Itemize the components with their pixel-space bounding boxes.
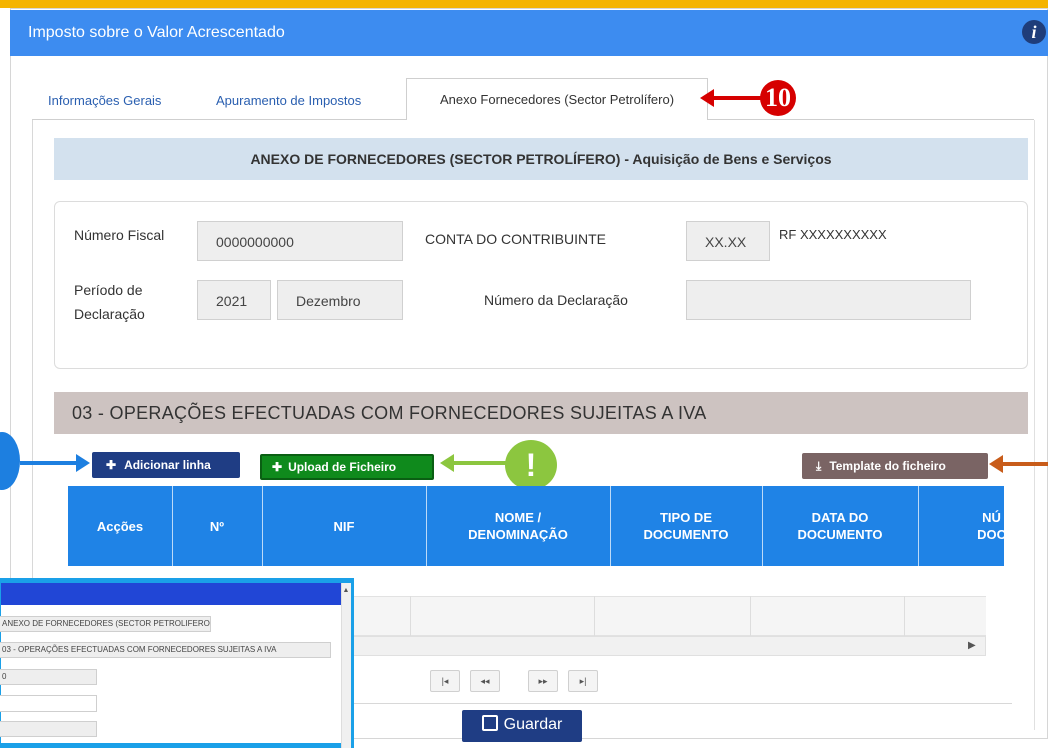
tab-divider: [708, 119, 1034, 120]
tab-informacoes-gerais[interactable]: Informações Gerais: [48, 93, 161, 108]
column-header-nome[interactable]: NOME / DENOMINAÇÃO: [426, 486, 610, 566]
page-title: Imposto sobre o Valor Acrescentado: [28, 24, 285, 41]
cell-divider: [410, 596, 411, 636]
add-row-button[interactable]: ✚ Adicionar linha: [92, 452, 240, 478]
save-button[interactable]: Guardar: [462, 710, 582, 742]
column-header-data-documento[interactable]: DATA DO DOCUMENTO: [762, 486, 918, 566]
download-icon: ⤓: [816, 459, 822, 473]
plus-icon: ✚: [272, 460, 283, 474]
template-label: Template do ficheiro: [829, 459, 946, 473]
column-header-nif[interactable]: NIF: [262, 486, 426, 566]
rf-value: RF XXXXXXXXXX: [779, 227, 887, 242]
column-header-numero[interactable]: Nº: [172, 486, 262, 566]
template-download-button[interactable]: ⤓ Template do ficheiro: [802, 453, 988, 479]
inset-section-box: 03 - OPERAÇÕES EFECTUADAS COM FORNECEDOR…: [0, 642, 331, 658]
alert-marker: !: [505, 440, 557, 490]
arrow-head-icon: [76, 454, 90, 472]
marker-arrow: [20, 461, 80, 465]
month-field[interactable]: Dezembro: [277, 280, 403, 320]
cell-divider: [904, 596, 905, 636]
marker-arrow: [712, 96, 762, 100]
first-page-button[interactable]: |◂: [430, 670, 460, 692]
column-header-accoes[interactable]: Acções: [68, 486, 172, 566]
marker-arrow: [452, 461, 510, 465]
year-field[interactable]: 2021: [197, 280, 271, 320]
save-label: Guardar: [503, 716, 563, 733]
next-page-button[interactable]: ▸▸: [528, 670, 558, 692]
cell-divider: [750, 596, 751, 636]
arrow-head-icon: [989, 455, 1003, 473]
inset-preview: ▲ ANEXO DE FORNECEDORES (SECTOR PETROLIF…: [0, 578, 354, 748]
account-field[interactable]: XX.XX: [686, 221, 770, 261]
floppy-disk-icon: [481, 715, 498, 731]
period-label-2: Declaração: [74, 306, 145, 322]
step-marker-10: 10: [760, 80, 796, 116]
last-page-button[interactable]: ▸|: [568, 670, 598, 692]
period-label: Período de: [74, 282, 143, 298]
tab-divider: [32, 119, 406, 120]
annex-title-bar: ANEXO DE FORNECEDORES (SECTOR PETROLÍFER…: [54, 138, 1028, 180]
section-title-bar: 03 - OPERAÇÕES EFECTUADAS COM FORNECEDOR…: [54, 392, 1028, 434]
column-header-numero-documento[interactable]: NÚ DOC: [918, 486, 1004, 566]
column-header-tipo-documento[interactable]: TIPO DE DOCUMENTO: [610, 486, 762, 566]
inset-field: 0: [0, 669, 97, 685]
info-icon[interactable]: i: [1022, 20, 1046, 44]
tab-anexo-fornecedores[interactable]: Anexo Fornecedores (Sector Petrolífero): [406, 78, 708, 120]
inset-scrollbar[interactable]: [341, 583, 351, 748]
inset-header: [1, 583, 341, 605]
declaration-number-field[interactable]: [686, 280, 971, 320]
cell-divider: [594, 596, 595, 636]
account-label: CONTA DO CONTRIBUINTE: [425, 231, 606, 247]
inset-input: [0, 695, 97, 712]
add-row-label: Adicionar linha: [124, 458, 211, 472]
nif-field[interactable]: 0000000000: [197, 221, 403, 261]
scroll-up-icon[interactable]: ▲: [341, 587, 351, 594]
upload-label: Upload de Ficheiro: [288, 460, 397, 474]
content-border: [1034, 120, 1035, 730]
inset-field: [0, 721, 97, 737]
tab-apuramento-impostos[interactable]: Apuramento de Impostos: [216, 93, 361, 108]
previous-page-button[interactable]: ◂◂: [470, 670, 500, 692]
arrow-head-icon: [700, 89, 714, 107]
scroll-right-icon[interactable]: ▶: [968, 640, 976, 651]
plus-icon: ✚: [106, 458, 117, 472]
declaration-number-label: Número da Declaração: [484, 292, 628, 308]
arrow-head-icon: [440, 454, 454, 472]
inset-annex-box: ANEXO DE FORNECEDORES (SECTOR PETROLIFER…: [0, 616, 211, 632]
upload-file-button[interactable]: ✚ Upload de Ficheiro: [260, 454, 434, 480]
top-accent-stripe: [0, 0, 1048, 8]
nif-label: Número Fiscal: [74, 227, 165, 243]
